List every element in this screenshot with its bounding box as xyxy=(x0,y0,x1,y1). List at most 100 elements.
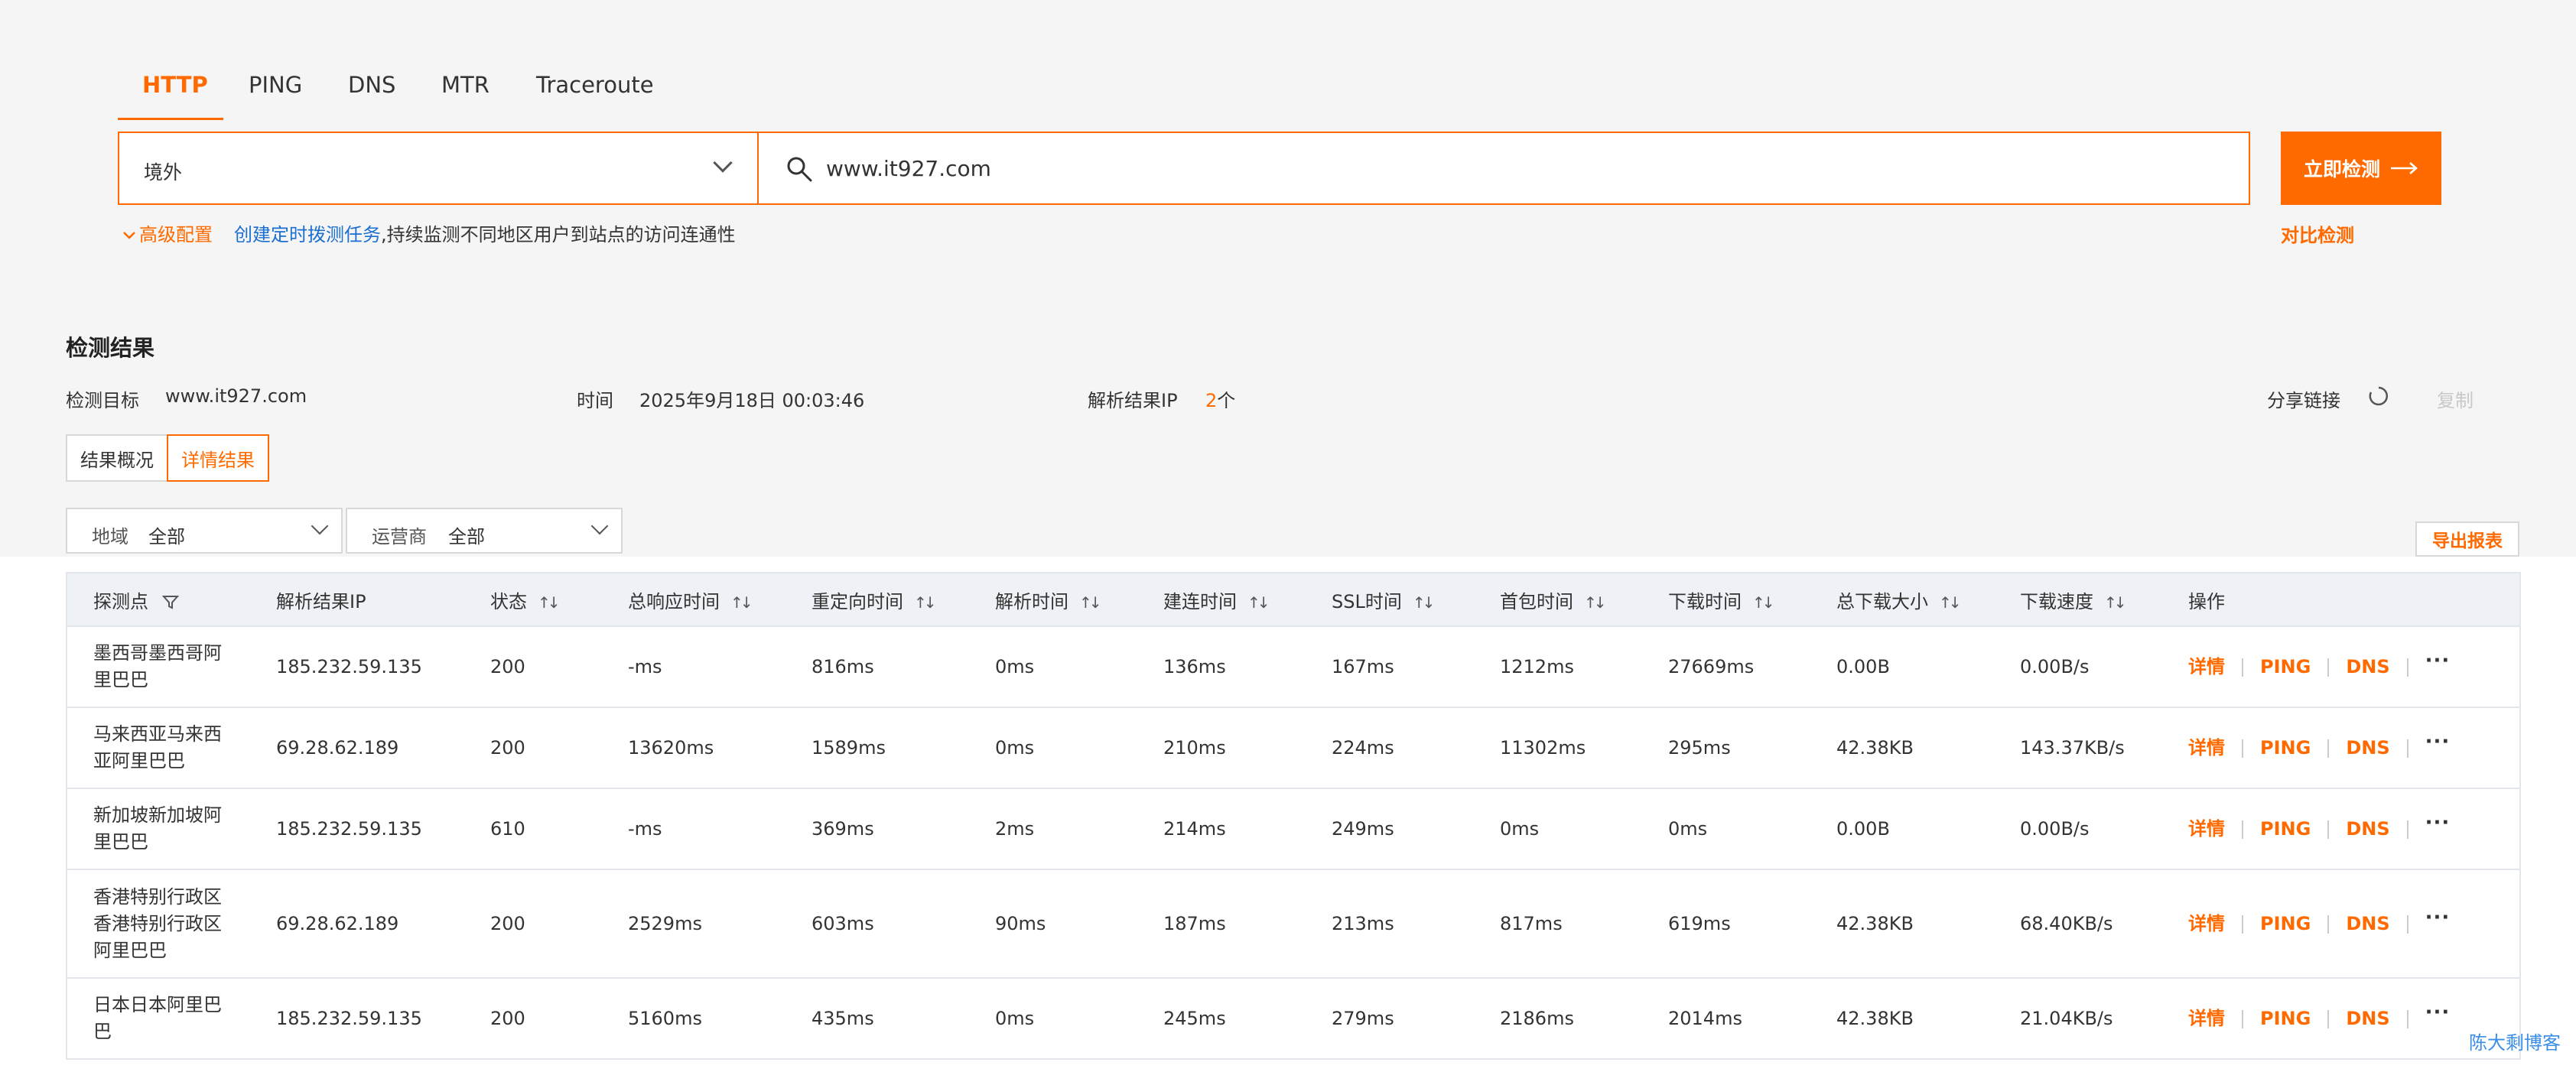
divider xyxy=(2406,914,2408,934)
cell-ip: 69.28.62.189 xyxy=(250,707,464,789)
col-total-label: 总响应时间 xyxy=(628,590,720,612)
search-box[interactable] xyxy=(757,132,2250,205)
url-input[interactable] xyxy=(826,151,2203,185)
ping-link[interactable]: PING xyxy=(2260,656,2311,677)
isp-filter[interactable]: 运营商 全部 xyxy=(346,508,623,554)
tab-ping[interactable]: PING xyxy=(249,72,302,98)
cell-status: 200 xyxy=(464,869,602,979)
tab-dns[interactable]: DNS xyxy=(348,72,395,98)
more-icon[interactable]: ··· xyxy=(2425,1001,2451,1024)
search-icon xyxy=(787,157,812,182)
ip-count-text: 2个 xyxy=(1205,385,1235,412)
sort-icon[interactable]: ↑↓ xyxy=(2104,593,2126,612)
cell-ip: 185.232.59.135 xyxy=(250,626,464,708)
col-redirect[interactable]: 重定向时间 ↑↓ xyxy=(785,572,969,627)
col-size[interactable]: 总下载大小 ↑↓ xyxy=(1810,572,1994,627)
results-table: 探测点 解析结果IP 状态 ↑↓ 总响应时间 ↑↓ 重定向时间 ↑↓ 解析时间 ↑↓ 建… xyxy=(66,572,2521,1060)
region-filter-value: 全部 xyxy=(148,526,185,547)
table-row: 香港特别行政区香港特别行政区阿里巴巴 69.28.62.189 200 2529… xyxy=(66,869,2521,979)
cell-download: 2014ms xyxy=(1642,978,1810,1060)
tab-mtr[interactable]: MTR xyxy=(441,72,490,98)
ping-link[interactable]: PING xyxy=(2260,737,2311,759)
cell-ip: 185.232.59.135 xyxy=(250,788,464,870)
cell-size: 0.00B xyxy=(1810,788,1994,870)
dns-link[interactable]: DNS xyxy=(2346,913,2389,934)
col-speed[interactable]: 下载速度 ↑↓ xyxy=(1994,572,2162,627)
tab-http[interactable]: HTTP xyxy=(142,72,208,98)
more-icon[interactable]: ··· xyxy=(2425,649,2451,672)
divider xyxy=(2406,1009,2408,1028)
col-status[interactable]: 状态 ↑↓ xyxy=(464,572,602,627)
target-label: 检测目标 xyxy=(66,390,139,411)
col-download[interactable]: 下载时间 ↑↓ xyxy=(1642,572,1810,627)
sort-icon[interactable]: ↑↓ xyxy=(1752,593,1774,612)
cell-ip: 185.232.59.135 xyxy=(250,978,464,1060)
col-ssl[interactable]: SSL时间 ↑↓ xyxy=(1306,572,1474,627)
sort-icon[interactable]: ↑↓ xyxy=(1079,593,1101,612)
advanced-config-toggle[interactable]: 高级配置 xyxy=(122,219,213,246)
cell-status: 610 xyxy=(464,788,602,870)
more-icon[interactable]: ··· xyxy=(2425,811,2451,834)
col-first-label: 首包时间 xyxy=(1500,590,1573,612)
more-icon[interactable]: ··· xyxy=(2425,730,2451,753)
dns-link[interactable]: DNS xyxy=(2346,737,2389,759)
dns-link[interactable]: DNS xyxy=(2346,1008,2389,1029)
cell-point: 墨西哥墨西哥阿里巴巴 xyxy=(66,626,250,708)
sort-icon[interactable]: ↑↓ xyxy=(1584,593,1606,612)
filter-icon[interactable] xyxy=(161,595,179,610)
cell-dns: 0ms xyxy=(969,978,1137,1060)
cell-download: 295ms xyxy=(1642,707,1810,789)
detail-link[interactable]: 详情 xyxy=(2188,737,2225,759)
divider xyxy=(2406,820,2408,839)
detail-link[interactable]: 详情 xyxy=(2188,913,2225,934)
detail-link[interactable]: 详情 xyxy=(2188,1008,2225,1029)
region-select-value: 境外 xyxy=(144,161,183,184)
col-first[interactable]: 首包时间 ↑↓ xyxy=(1474,572,1642,627)
sort-icon[interactable]: ↑↓ xyxy=(914,593,936,612)
active-tab-indicator xyxy=(118,118,223,120)
cell-size: 42.38KB xyxy=(1810,869,1994,979)
sort-icon[interactable]: ↑↓ xyxy=(1247,593,1270,612)
sort-icon[interactable]: ↑↓ xyxy=(730,593,753,612)
detail-link[interactable]: 详情 xyxy=(2188,818,2225,840)
copy-button[interactable]: 复制 xyxy=(2437,385,2474,412)
detail-view-button[interactable]: 详情结果 xyxy=(167,434,269,482)
detail-link[interactable]: 详情 xyxy=(2188,656,2225,677)
col-speed-label: 下载速度 xyxy=(2020,590,2093,612)
compare-link[interactable]: 对比检测 xyxy=(2281,220,2354,247)
create-task-link[interactable]: 创建定时拨测任务 xyxy=(234,224,381,245)
ip-count[interactable]: 2 xyxy=(1205,390,1217,411)
table-header-row: 探测点 解析结果IP 状态 ↑↓ 总响应时间 ↑↓ 重定向时间 ↑↓ 解析时间 ↑↓ 建… xyxy=(66,572,2521,627)
dns-link[interactable]: DNS xyxy=(2346,656,2389,677)
col-total[interactable]: 总响应时间 ↑↓ xyxy=(602,572,785,627)
time-value: 2025年9月18日 00:03:46 xyxy=(639,390,865,411)
region-select[interactable]: 境外 xyxy=(118,132,759,205)
divider xyxy=(2327,658,2330,677)
cell-connect: 214ms xyxy=(1137,788,1306,870)
region-filter[interactable]: 地域 全部 xyxy=(66,508,343,554)
more-icon[interactable]: ··· xyxy=(2425,906,2451,929)
cell-ssl: 249ms xyxy=(1306,788,1474,870)
col-point[interactable]: 探测点 xyxy=(66,572,250,627)
col-dns[interactable]: 解析时间 ↑↓ xyxy=(969,572,1137,627)
col-ssl-label: SSL时间 xyxy=(1332,590,1402,612)
loading-spinner-icon xyxy=(2369,386,2389,406)
sort-icon[interactable]: ↑↓ xyxy=(538,593,560,612)
start-check-button[interactable]: 立即检测 xyxy=(2281,132,2441,205)
cell-connect: 187ms xyxy=(1137,869,1306,979)
summary-view-button[interactable]: 结果概况 xyxy=(66,434,168,482)
sort-icon[interactable]: ↑↓ xyxy=(1939,593,1961,612)
cell-size: 0.00B xyxy=(1810,626,1994,708)
ping-link[interactable]: PING xyxy=(2260,913,2311,934)
ping-link[interactable]: PING xyxy=(2260,818,2311,840)
col-connect[interactable]: 建连时间 ↑↓ xyxy=(1137,572,1306,627)
dns-link[interactable]: DNS xyxy=(2346,818,2389,840)
cell-redirect: 369ms xyxy=(785,788,969,870)
tab-traceroute[interactable]: Traceroute xyxy=(536,72,654,98)
ping-link[interactable]: PING xyxy=(2260,1008,2311,1029)
export-report-button[interactable]: 导出报表 xyxy=(2415,521,2519,557)
divider xyxy=(2242,820,2243,839)
sort-icon[interactable]: ↑↓ xyxy=(1413,593,1435,612)
cell-size: 42.38KB xyxy=(1810,707,1994,789)
cell-total: 5160ms xyxy=(602,978,785,1060)
